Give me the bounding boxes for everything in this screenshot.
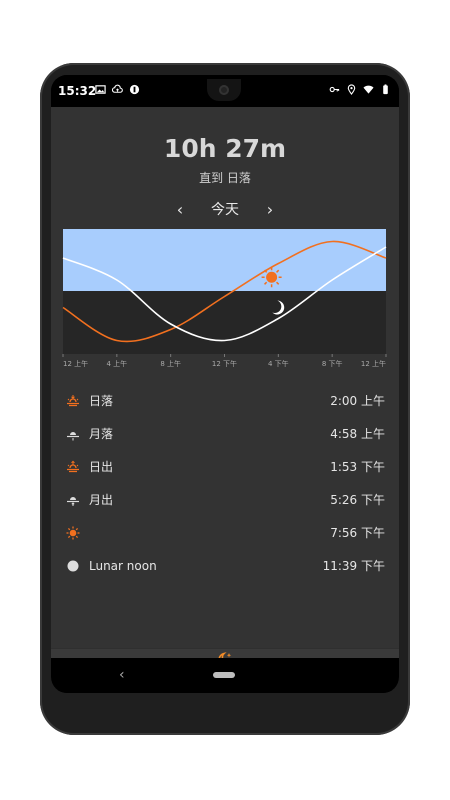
system-nav-bar: ‹ xyxy=(51,658,399,693)
countdown-subtitle: 直到 日落 xyxy=(199,171,251,185)
moonrise-icon xyxy=(65,492,81,508)
night-region xyxy=(63,291,386,354)
back-nav-icon[interactable]: ‹ xyxy=(119,667,125,683)
home-nav-pill[interactable] xyxy=(213,672,235,678)
event-row[interactable]: 月落 4:58 上午 xyxy=(51,417,399,450)
sun-icon xyxy=(65,525,81,541)
event-name: 日出 xyxy=(89,460,114,474)
x-tick-label: 8 下午 xyxy=(322,359,343,368)
status-time: 15:32 xyxy=(58,84,97,98)
event-time: 11:39 下午 xyxy=(322,559,385,573)
day-label: 今天 xyxy=(211,202,239,218)
x-tick-label: 12 上午 xyxy=(63,359,88,368)
event-name: 月落 xyxy=(89,427,114,441)
battery-icon xyxy=(383,84,388,95)
wifi-icon xyxy=(363,85,374,94)
front-camera xyxy=(207,79,241,101)
x-tick-label: 12 上午 xyxy=(361,359,386,368)
image-icon xyxy=(95,85,106,94)
day-navigator: ‹ 今天 › xyxy=(51,199,399,219)
astronomy-screen: 10h 27m 直到 日落 ‹ 今天 › 12 上午 4 上午 8 上午 12 下午 4… xyxy=(51,107,399,690)
event-name: 月出 xyxy=(89,493,114,507)
x-tick-label: 4 上午 xyxy=(106,359,127,368)
x-tick-label: 8 上午 xyxy=(160,359,181,368)
key-icon xyxy=(329,86,340,93)
event-row[interactable]: 日出 1:53 下午 xyxy=(51,450,399,483)
moon-circle-icon xyxy=(65,558,81,574)
event-time: 5:26 下午 xyxy=(330,493,385,507)
event-time: 2:00 上午 xyxy=(330,394,385,408)
event-time: 7:56 下午 xyxy=(330,526,385,540)
x-tick-label: 12 下午 xyxy=(212,359,237,368)
cloud-upload-icon xyxy=(112,84,123,93)
sun-moon-chart: 12 上午 4 上午 8 上午 12 下午 4 下午 8 下午 12 上午 xyxy=(62,229,387,368)
event-list: 日落 2:00 上午 月落 4:58 上午 日出 1:53 下午 月出 5:26… xyxy=(51,384,399,582)
x-tick-label: 4 下午 xyxy=(268,359,289,368)
event-time: 4:58 上午 xyxy=(330,427,385,441)
moonset-icon xyxy=(65,426,81,442)
prev-day-button[interactable]: ‹ xyxy=(173,200,187,219)
location-icon xyxy=(347,84,356,95)
day-sky-region xyxy=(63,229,386,291)
sunset-icon xyxy=(65,393,81,409)
event-name: 日落 xyxy=(89,394,114,408)
countdown-value: 10h 27m xyxy=(163,134,287,163)
event-row[interactable]: Lunar noon 11:39 下午 xyxy=(51,549,399,582)
event-name: Lunar noon xyxy=(89,558,157,573)
event-row[interactable]: 日落 2:00 上午 xyxy=(51,384,399,417)
event-row[interactable]: 7:56 下午 xyxy=(51,516,399,549)
next-day-button[interactable]: › xyxy=(263,200,277,219)
event-row[interactable]: 月出 5:26 下午 xyxy=(51,483,399,516)
event-time: 1:53 下午 xyxy=(330,460,385,474)
phone-screen: 15:32 10h 27m 直到 日落 ‹ 今天 › 12 上午 4 上午 8 上午… xyxy=(51,75,399,693)
shield-icon xyxy=(129,84,140,95)
sunrise-icon xyxy=(65,459,81,475)
